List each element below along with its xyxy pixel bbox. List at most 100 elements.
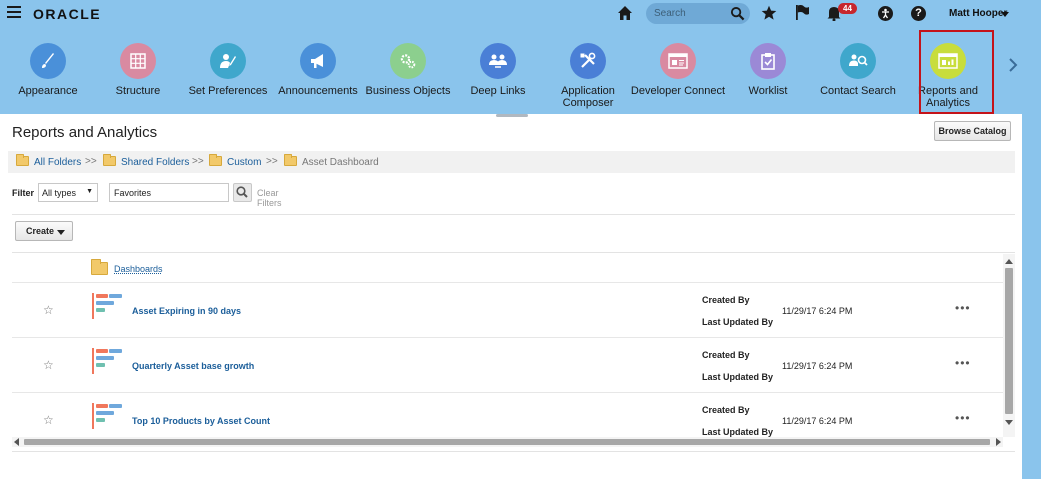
home-icon[interactable]	[617, 5, 633, 21]
folder-icon	[209, 154, 222, 166]
divider	[12, 252, 1015, 253]
springboard-label: Contact Search	[820, 85, 896, 97]
global-search	[646, 3, 750, 24]
folder-link-dashboards[interactable]: Dashboards	[114, 264, 163, 274]
folder-icon	[16, 154, 29, 166]
analysis-icon	[92, 348, 124, 374]
springboard-item-set-preferences[interactable]: Set Preferences	[178, 34, 278, 97]
table-row: ☆ Quarterly Asset base growth Created By…	[12, 338, 1003, 393]
accessibility-icon[interactable]	[878, 6, 893, 21]
springboard-label: Deep Links	[470, 85, 526, 97]
more-actions-icon[interactable]: •••	[955, 301, 971, 315]
menu-icon[interactable]	[7, 6, 21, 19]
favorites-star-icon[interactable]	[761, 5, 777, 21]
springboard-item-business-objects[interactable]: Business Objects	[358, 34, 458, 97]
filter-label: Filter	[12, 188, 35, 198]
user-settings-icon	[210, 43, 246, 79]
chevron-down-icon[interactable]	[1001, 12, 1009, 17]
horizontal-scrollbar[interactable]	[12, 437, 1003, 447]
report-name-link[interactable]: Quarterly Asset base growth	[132, 361, 254, 371]
springboard-item-appearance[interactable]: Appearance	[0, 34, 98, 97]
browse-catalog-button[interactable]: Browse Catalog	[934, 121, 1011, 141]
selected-item-highlight	[919, 30, 994, 114]
last-updated-by-label: Last Updated By	[702, 317, 774, 327]
breadcrumb-shared-folders[interactable]: Shared Folders	[121, 157, 189, 168]
caret-down-icon: ▼	[86, 188, 93, 195]
favorite-star-icon[interactable]: ☆	[43, 358, 54, 372]
breadcrumb-separator: >>	[192, 156, 204, 167]
catalog-list: Dashboards ☆ Asset Expiring in 90 days C…	[12, 254, 1003, 437]
favorite-star-icon[interactable]: ☆	[43, 303, 54, 317]
breadcrumb-asset-dashboard: Asset Dashboard	[302, 157, 379, 168]
notification-count-badge: 44	[838, 3, 857, 14]
springboard: Appearance Structure Set Preferences Ann…	[0, 30, 1041, 114]
springboard-item-announcements[interactable]: Announcements	[268, 34, 368, 97]
more-actions-icon[interactable]: •••	[955, 411, 971, 425]
user-menu-name[interactable]: Matt Hooper	[949, 8, 1007, 19]
gears-icon	[390, 43, 426, 79]
favorite-star-icon[interactable]: ☆	[43, 413, 54, 427]
tools-icon	[570, 43, 606, 79]
breadcrumb-separator: >>	[85, 156, 97, 167]
table-row: ☆ Asset Expiring in 90 days Created By L…	[12, 283, 1003, 338]
scroll-right-icon[interactable]	[996, 438, 1001, 446]
divider	[12, 214, 1015, 215]
oracle-logo[interactable]: ORACLE	[33, 6, 101, 22]
springboard-label: Business Objects	[365, 85, 451, 97]
divider	[12, 451, 1015, 452]
springboard-item-application-composer[interactable]: Application Composer	[538, 34, 638, 109]
scroll-up-icon[interactable]	[1005, 259, 1013, 264]
global-header: ORACLE 44 ? Matt Hooper	[0, 0, 1041, 28]
help-icon[interactable]: ?	[911, 6, 926, 21]
modified-date: 11/29/17 6:24 PM	[782, 416, 853, 426]
last-updated-by-label: Last Updated By	[702, 372, 774, 382]
scrollbar-thumb[interactable]	[1005, 268, 1013, 414]
springboard-item-worklist[interactable]: Worklist	[718, 34, 818, 97]
springboard-item-structure[interactable]: Structure	[88, 34, 188, 97]
folder-icon	[91, 259, 108, 275]
folder-icon	[103, 154, 116, 166]
flag-icon[interactable]	[794, 4, 810, 21]
springboard-label: Announcements	[278, 85, 358, 97]
springboard-item-contact-search[interactable]: Contact Search	[808, 34, 908, 97]
scroll-down-icon[interactable]	[1005, 420, 1013, 425]
megaphone-icon	[300, 43, 336, 79]
more-actions-icon[interactable]: •••	[955, 356, 971, 370]
scroll-left-icon[interactable]	[14, 438, 19, 446]
search-input[interactable]	[654, 5, 724, 22]
modified-date: 11/29/17 6:24 PM	[782, 361, 853, 371]
breadcrumb-custom[interactable]: Custom	[227, 157, 261, 168]
breadcrumb-all-folders[interactable]: All Folders	[34, 157, 81, 168]
filter-search-button[interactable]	[233, 183, 252, 202]
create-button[interactable]: Create	[15, 221, 73, 241]
grid-icon	[120, 43, 156, 79]
brush-icon	[30, 43, 66, 79]
people-search-icon	[840, 43, 876, 79]
springboard-label: Developer Connect	[630, 85, 726, 97]
browser-icon	[660, 43, 696, 79]
panel-drag-handle[interactable]	[496, 114, 528, 117]
springboard-label: Worklist	[748, 85, 788, 97]
type-filter-value: All types	[42, 188, 77, 198]
clear-filters-link[interactable]: Clear Filters	[257, 188, 282, 208]
modified-date: 11/29/17 6:24 PM	[782, 306, 853, 316]
springboard-label: Structure	[115, 85, 161, 97]
breadcrumb: All Folders >> Shared Folders >> Custom …	[8, 151, 1015, 173]
springboard-label: Set Preferences	[188, 85, 268, 97]
type-filter-select[interactable]: All types ▼	[38, 183, 98, 202]
scrollbar-thumb[interactable]	[24, 439, 990, 445]
created-by-label: Created By	[702, 295, 750, 305]
main-panel: Reports and Analytics Browse Catalog All…	[0, 114, 1022, 479]
created-by-label: Created By	[702, 405, 750, 415]
search-icon	[236, 186, 248, 198]
chevron-right-icon[interactable]	[1008, 58, 1018, 72]
springboard-label: Appearance	[18, 85, 78, 97]
springboard-item-developer-connect[interactable]: Developer Connect	[628, 34, 728, 97]
report-name-link[interactable]: Asset Expiring in 90 days	[132, 306, 241, 316]
filter-input[interactable]	[109, 183, 229, 202]
analysis-icon	[92, 293, 124, 319]
report-name-link[interactable]: Top 10 Products by Asset Count	[132, 416, 270, 426]
search-icon[interactable]	[730, 6, 745, 21]
vertical-scrollbar[interactable]	[1003, 254, 1015, 437]
springboard-item-deep-links[interactable]: Deep Links	[448, 34, 548, 97]
